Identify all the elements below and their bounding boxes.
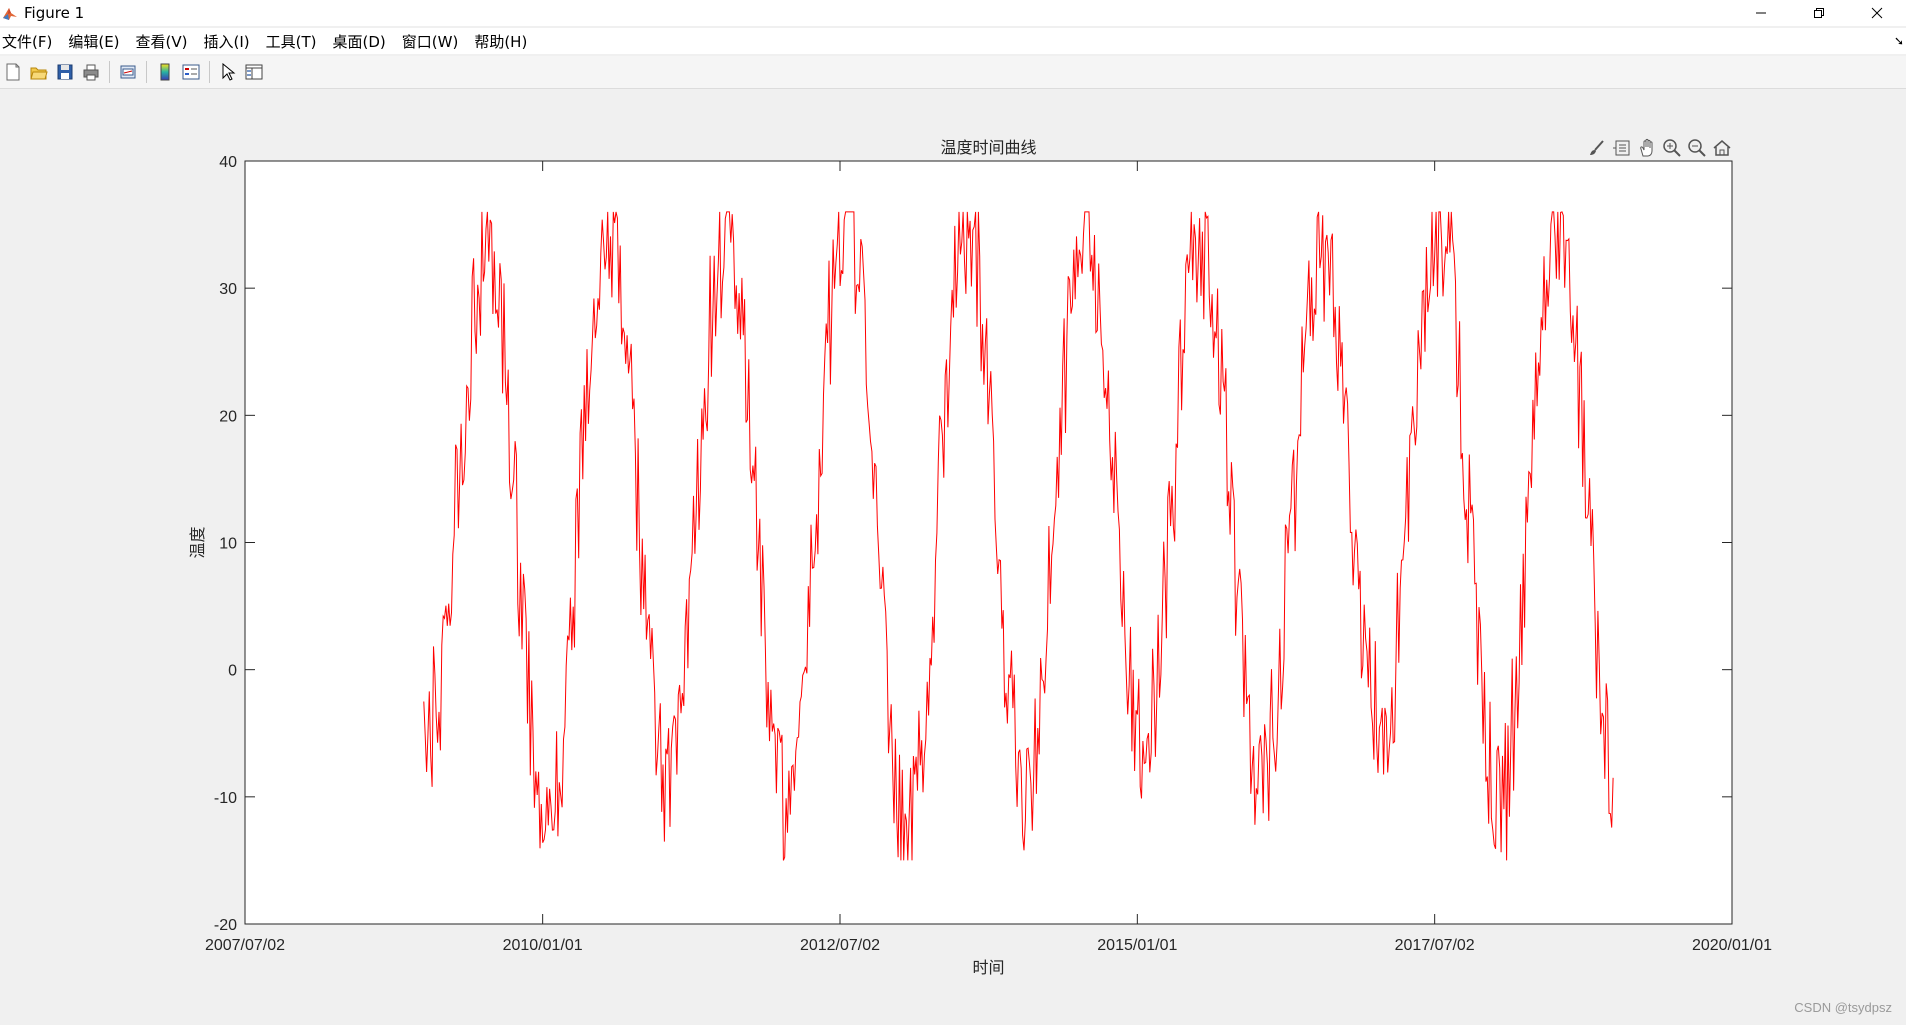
y-tick-label: 10 [219,536,237,553]
y-tick-label: 0 [228,663,237,680]
link-plot-button[interactable] [115,59,141,85]
open-file-button[interactable] [26,59,52,85]
zoom-in-icon [1662,139,1681,157]
window-controls [1732,0,1906,26]
restore-icon [1814,8,1824,18]
insert-legend-button[interactable] [178,59,204,85]
menu-help[interactable]: 帮助(H) [474,31,527,52]
close-icon [1871,7,1883,19]
minimize-button[interactable] [1732,0,1790,26]
chart-title: 温度时间曲线 [940,138,1036,157]
x-tick-label: 2020/01/01 [1692,937,1772,954]
pan-button[interactable] [1634,136,1659,160]
brush-icon [1589,140,1604,155]
print-icon [83,64,99,81]
print-button[interactable] [78,59,104,85]
datatip-icon [1612,140,1629,156]
restore-view-button[interactable] [1709,136,1734,160]
link-plot-icon [120,65,136,79]
edit-plot-icon [222,63,236,81]
y-tick-label: -10 [214,790,237,807]
zoom-out-icon [1687,139,1706,157]
toolbar-separator [146,61,147,83]
window-titlebar: Figure 1 [0,0,1906,26]
insert-colorbar-icon [160,63,170,81]
menu-bar: 文件(F) 编辑(E) 查看(V) 插入(I) 工具(T) 桌面(D) 窗口(W… [0,28,1906,54]
close-button[interactable] [1848,0,1906,26]
open-file-icon [30,67,48,80]
x-tick-label: 2010/01/01 [503,937,583,954]
restore-view-icon [1713,140,1730,156]
brush-button[interactable] [1584,136,1609,160]
minimize-icon [1756,12,1766,14]
property-inspector-button[interactable] [241,59,267,85]
x-tick-label: 2017/07/02 [1395,937,1475,954]
pan-icon [1639,138,1652,157]
menu-desktop[interactable]: 桌面(D) [333,31,386,52]
y-tick-label: -20 [214,917,237,934]
y-tick-label: 40 [219,154,237,171]
edit-plot-button[interactable] [215,59,241,85]
new-figure-button[interactable] [0,59,26,85]
zoom-in-button[interactable] [1659,136,1684,160]
y-tick-label: 20 [219,408,237,425]
watermark: CSDN @tsydpsz [1794,1000,1892,1015]
menu-window[interactable]: 窗口(W) [402,31,459,52]
toolbar-separator [209,61,210,83]
figure-canvas: 2007/07/02 2010/01/01 2012/07/02 2015/01/01… [0,89,1906,1025]
zoom-out-button[interactable] [1684,136,1709,160]
menu-file[interactable]: 文件(F) [2,31,52,52]
save-button[interactable] [52,59,78,85]
save-icon [57,64,73,80]
window-title: Figure 1 [24,4,85,22]
menu-view[interactable]: 查看(V) [136,31,188,52]
property-inspector-icon [245,64,263,80]
dock-arrow-icon[interactable]: ➘ [1894,34,1904,48]
insert-colorbar-button[interactable] [152,59,178,85]
x-axis-label: 时间 [972,958,1004,977]
y-tick-label: 30 [219,281,237,298]
figure-toolbar [0,56,1906,89]
x-tick-label: 2015/01/01 [1097,937,1177,954]
y-axis-label: 温度 [188,526,207,558]
menu-insert[interactable]: 插入(I) [204,31,250,52]
new-figure-icon [6,63,20,81]
menu-tools[interactable]: 工具(T) [266,31,317,52]
matlab-icon [2,5,18,21]
datatip-button[interactable] [1609,136,1634,160]
insert-legend-icon [182,64,200,80]
restore-button[interactable] [1790,0,1848,26]
x-tick-label: 2012/07/02 [800,937,880,954]
plot-svg: 2007/07/02 2010/01/01 2012/07/02 2015/01/01… [188,138,1772,977]
menu-edit[interactable]: 编辑(E) [68,31,119,52]
x-tick-label: 2007/07/02 [205,937,285,954]
toolbar-separator [109,61,110,83]
axes-toolbar [1584,136,1734,160]
